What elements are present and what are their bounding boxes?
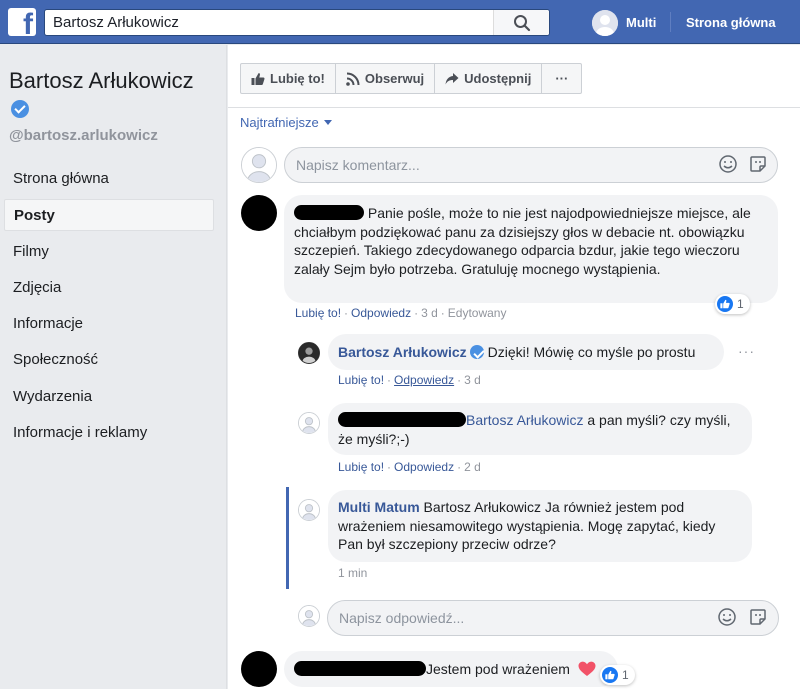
comment-placeholder: Napisz komentarz... xyxy=(296,157,420,173)
new-reply-highlight xyxy=(286,487,289,589)
nav-item-info-and-ads[interactable]: Informacje i reklamy xyxy=(4,417,214,449)
nav-item-events[interactable]: Wydarzenia xyxy=(4,381,214,413)
emoji-icon[interactable] xyxy=(717,607,737,627)
comment-bubble: Panie pośle, może to nie jest najodpowie… xyxy=(284,195,778,303)
facebook-logo-icon[interactable]: f xyxy=(8,8,36,36)
rss-icon xyxy=(346,72,360,86)
like-reaction-icon xyxy=(717,296,733,312)
current-user-avatar xyxy=(241,147,277,183)
caret-down-icon xyxy=(323,120,332,125)
nav-item-posts[interactable]: Posty xyxy=(4,199,214,232)
top-bar: f Multi Strona główna xyxy=(0,0,800,44)
redacted-author-name xyxy=(294,205,364,220)
topbar-divider xyxy=(670,12,671,32)
replier-avatar[interactable] xyxy=(298,412,320,434)
follow-button[interactable]: Obserwuj xyxy=(336,64,436,93)
main-content: Lubię to! Obserwuj Udostępnij ··· Najtra… xyxy=(228,45,800,689)
like-comment-link[interactable]: Lubię to! xyxy=(295,306,341,320)
redacted-author-name xyxy=(338,412,466,427)
reply-author-link[interactable]: Multi Matum xyxy=(338,499,420,515)
timestamp[interactable]: 2 d xyxy=(464,460,481,474)
verified-badge-icon xyxy=(469,345,484,359)
reply-link[interactable]: Odpowiedz xyxy=(394,460,454,474)
reply-bubble: Bartosz Arłukowicz Dzięki! Mówię co myśle… xyxy=(328,334,724,370)
sort-label: Najtrafniejsze xyxy=(240,115,319,130)
share-button[interactable]: Udostępnij xyxy=(435,64,543,93)
section-divider xyxy=(228,107,800,108)
heart-emoji-icon xyxy=(578,661,596,676)
nav-item-about[interactable]: Informacje xyxy=(4,308,214,340)
more-options-button[interactable]: ··· xyxy=(542,64,581,93)
reaction-number: 1 xyxy=(622,668,629,682)
page-handle: @bartosz.arlukowicz xyxy=(9,127,158,144)
comment-meta: Lubię to! · Odpowiedz · 3 d · Edytowany xyxy=(295,306,507,320)
default-avatar-icon xyxy=(242,148,276,182)
like-reply-link[interactable]: Lubię to! xyxy=(338,460,384,474)
reply-author-link[interactable]: Bartosz Arłukowicz xyxy=(338,344,467,360)
reply-meta: 1 min xyxy=(338,566,367,580)
share-label: Udostępnij xyxy=(464,71,532,86)
search-icon xyxy=(513,14,530,31)
page-title[interactable]: Bartosz Arłukowicz xyxy=(9,67,209,123)
reaction-count[interactable]: 1 xyxy=(715,294,750,314)
default-avatar-icon xyxy=(592,10,618,36)
search-input[interactable] xyxy=(53,14,493,31)
user-avatar[interactable] xyxy=(592,10,618,36)
search-button[interactable] xyxy=(493,10,549,35)
reply-text: Dzięki! Mówię co myśle po prostu xyxy=(487,344,696,360)
nav-item-community[interactable]: Społeczność xyxy=(4,344,214,376)
sticker-icon[interactable] xyxy=(748,607,768,627)
current-user-avatar xyxy=(298,605,320,627)
like-page-button[interactable]: Lubię to! xyxy=(241,64,336,93)
share-arrow-icon xyxy=(445,72,459,84)
reply-meta: Lubię to! · Odpowiedz · 3 d xyxy=(338,373,481,387)
reply-placeholder: Napisz odpowiedź... xyxy=(339,610,465,626)
page-nav: Strona główna Posty Filmy Zdjęcia Inform… xyxy=(4,163,214,453)
sticker-icon[interactable] xyxy=(748,154,768,174)
comment-input[interactable]: Napisz komentarz... xyxy=(284,147,778,183)
replier-avatar[interactable] xyxy=(298,499,320,521)
page-title-text: Bartosz Arłukowicz xyxy=(9,68,194,93)
follow-label: Obserwuj xyxy=(364,71,425,86)
mention-link[interactable]: Bartosz Arłukowicz xyxy=(466,412,583,428)
sort-dropdown[interactable]: Najtrafniejsze xyxy=(240,115,332,130)
page-avatar[interactable] xyxy=(298,342,320,364)
search-box xyxy=(44,9,550,36)
like-page-label: Lubię to! xyxy=(270,71,325,86)
timestamp[interactable]: 1 min xyxy=(338,566,367,580)
commenter-avatar[interactable] xyxy=(241,195,277,231)
reaction-count[interactable]: 1 xyxy=(600,665,635,685)
nav-item-photos[interactable]: Zdjęcia xyxy=(4,272,214,304)
redacted-author-name xyxy=(294,661,426,676)
default-avatar-icon xyxy=(299,500,319,520)
thumbs-up-icon xyxy=(251,72,265,85)
comment-text: Jestem pod wrażeniem xyxy=(426,661,570,677)
reply-link[interactable]: Odpowiedz xyxy=(351,306,411,320)
home-link[interactable]: Strona główna xyxy=(686,15,776,30)
page-sidebar: Bartosz Arłukowicz @bartosz.arlukowicz S… xyxy=(0,45,227,689)
reply-bubble: Bartosz Arłukowicz a pan myśli? czy myśl… xyxy=(328,403,752,455)
page-action-bar: Lubię to! Obserwuj Udostępnij ··· xyxy=(240,63,583,94)
reply-link[interactable]: Odpowiedz xyxy=(394,373,454,387)
edited-label[interactable]: Edytowany xyxy=(448,306,507,320)
commenter-avatar[interactable] xyxy=(241,651,277,687)
profile-photo-icon xyxy=(299,343,319,363)
verified-badge-icon xyxy=(11,100,29,118)
comment-bubble: Jestem pod wrażeniem xyxy=(284,651,618,687)
nav-item-home[interactable]: Strona główna xyxy=(4,163,214,195)
reply-options-icon[interactable]: ··· xyxy=(738,343,755,359)
reply-bubble: Multi Matum Bartosz Arłukowicz Ja równie… xyxy=(328,490,752,562)
nav-item-videos[interactable]: Filmy xyxy=(4,236,214,268)
like-reply-link[interactable]: Lubię to! xyxy=(338,373,384,387)
reply-input[interactable]: Napisz odpowiedź... xyxy=(327,600,779,636)
timestamp[interactable]: 3 d xyxy=(464,373,481,387)
user-name-link[interactable]: Multi xyxy=(626,15,656,30)
timestamp[interactable]: 3 d xyxy=(421,306,438,320)
like-reaction-icon xyxy=(602,667,618,683)
default-avatar-icon xyxy=(299,413,319,433)
reply-meta: Lubię to! · Odpowiedz · 2 d xyxy=(338,460,481,474)
reaction-number: 1 xyxy=(737,297,744,311)
emoji-icon[interactable] xyxy=(718,154,738,174)
default-avatar-icon xyxy=(299,606,319,626)
